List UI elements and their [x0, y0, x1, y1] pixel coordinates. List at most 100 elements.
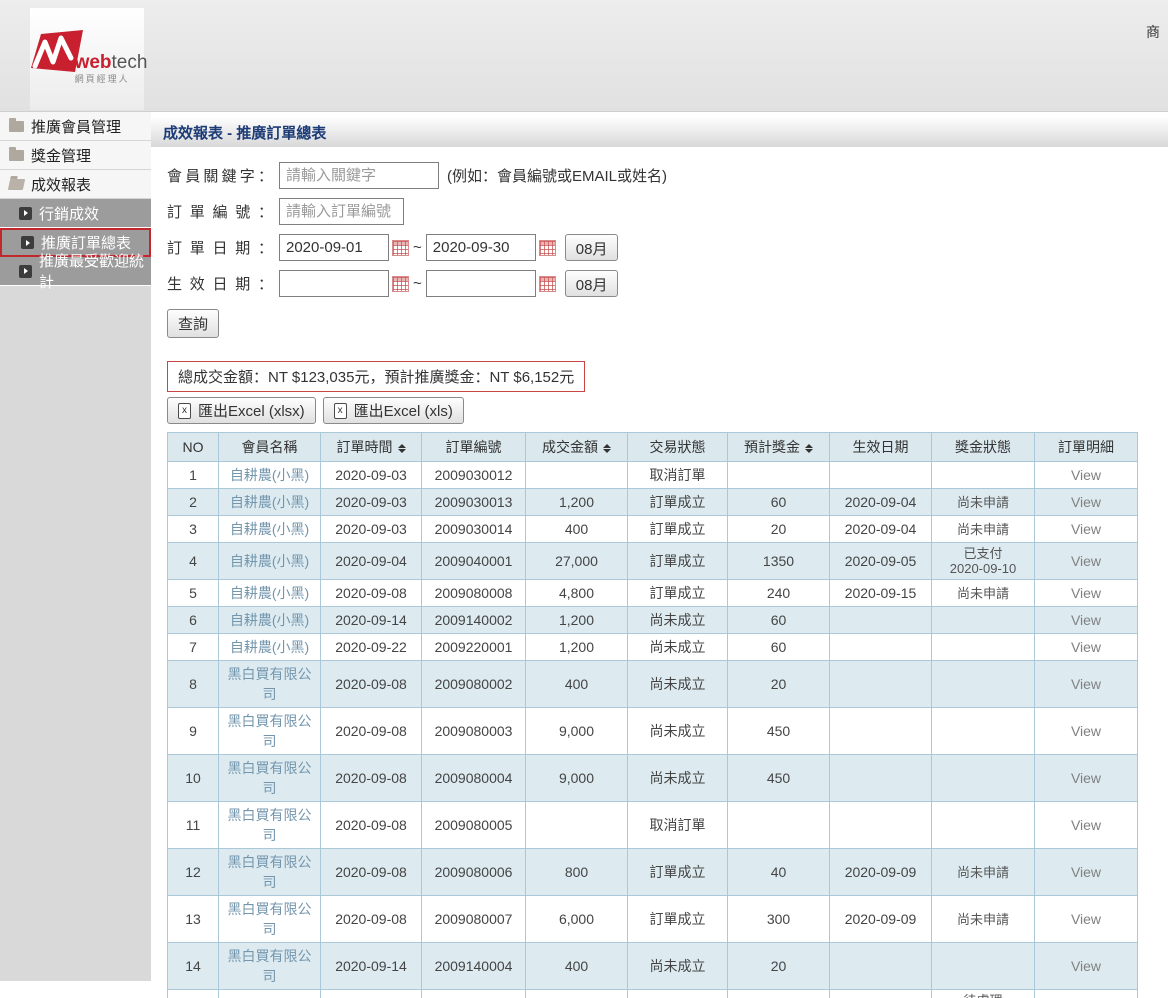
order-id-cell: 2009080004: [422, 755, 526, 802]
amount-cell: 800: [526, 849, 628, 896]
member-name-link[interactable]: 黑白買有限公司: [228, 807, 312, 843]
effective-date-label: 生效日期：: [167, 273, 273, 294]
export-xlsx-button[interactable]: 匯出Excel (xlsx): [167, 397, 316, 424]
excel-file-icon: [334, 403, 347, 419]
view-link[interactable]: View: [1071, 911, 1101, 927]
sidebar-subitem-popularity-stats[interactable]: 推廣最受歡迎統計: [0, 257, 151, 286]
view-link[interactable]: View: [1071, 864, 1101, 880]
order-id-cell: 2009030014: [422, 516, 526, 543]
table-row: 2 自耕農(小黑) 2020-09-03 2009030013 1,200 訂單…: [168, 489, 1138, 516]
effective-date-to-input[interactable]: [426, 270, 536, 297]
effective-date-cell: [830, 661, 932, 708]
member-name-link[interactable]: 自耕農(小黑): [230, 612, 309, 628]
order-date-to-input[interactable]: [426, 234, 536, 261]
effective-date-from-input[interactable]: [279, 270, 389, 297]
row-number-cell: 4: [168, 543, 219, 580]
effective-date-cell: [830, 462, 932, 489]
main-area: 成效報表 - 推廣訂單總表 會員關鍵字： (例如：會員編號或EMAIL或姓名) …: [151, 112, 1168, 998]
member-name-link[interactable]: 自耕農(小黑): [230, 639, 309, 655]
export-xls-button[interactable]: 匯出Excel (xls): [323, 397, 464, 424]
row-number-cell: 8: [168, 661, 219, 708]
bonus-status-cell: [932, 661, 1035, 708]
member-name-link[interactable]: 黑白買有限公司: [228, 854, 312, 890]
view-link[interactable]: View: [1071, 817, 1101, 833]
view-link[interactable]: View: [1071, 553, 1101, 569]
member-name-link[interactable]: 自耕農(小黑): [230, 553, 309, 569]
sidebar-subitem-marketing-performance[interactable]: 行銷成效: [0, 199, 151, 228]
member-keyword-input[interactable]: [279, 162, 439, 189]
sidebar-item-bonus-management[interactable]: 獎金管理: [0, 141, 151, 170]
transaction-status-cell: 尚未成立: [628, 634, 728, 661]
sidebar-item-performance-report[interactable]: 成效報表: [0, 170, 151, 199]
view-link[interactable]: View: [1071, 676, 1101, 692]
amount-cell: 6,000: [526, 896, 628, 943]
view-link[interactable]: View: [1071, 521, 1101, 537]
row-number-cell: 10: [168, 755, 219, 802]
transaction-status-cell: 訂單成立: [628, 543, 728, 580]
view-link[interactable]: View: [1071, 467, 1101, 483]
effective-date-month-button[interactable]: 08月: [565, 270, 619, 297]
member-name-link[interactable]: 黑白買有限公司: [228, 760, 312, 796]
view-link[interactable]: View: [1071, 585, 1101, 601]
shop-link[interactable]: 商: [1146, 22, 1160, 42]
order-detail-cell: View: [1035, 543, 1138, 580]
arrow-right-icon: [21, 236, 34, 249]
estimated-bonus-cell: 240: [728, 580, 830, 607]
export-xls-label: 匯出Excel (xls): [354, 400, 453, 421]
order-id-cell: 2009040001: [422, 543, 526, 580]
estimated-bonus-cell: 1350: [728, 543, 830, 580]
order-time-cell: 2020-09-08: [321, 755, 422, 802]
member-name-link[interactable]: 黑白買有限公司: [228, 901, 312, 937]
date-range-separator: ~: [413, 275, 422, 292]
amount-cell: 400: [526, 943, 628, 990]
member-name-link[interactable]: 自耕農(小黑): [230, 467, 309, 483]
orders-table: NO 會員名稱 訂單時間 訂單編號 成交金額 交易狀態 預計獎金 生效日期 獎金…: [167, 432, 1138, 998]
amount-cell: 1,200: [526, 489, 628, 516]
totals-summary: 總成交金額：NT $123,035元，預計推廣獎金：NT $6,152元: [167, 361, 585, 392]
order-number-input[interactable]: [279, 198, 404, 225]
transaction-status-cell: 訂單成立: [628, 516, 728, 543]
member-name-link[interactable]: 黑白買有限公司: [228, 713, 312, 749]
member-name-link[interactable]: 自耕農(小黑): [230, 494, 309, 510]
order-id-cell: 2009030012: [422, 462, 526, 489]
order-date-from-input[interactable]: [279, 234, 389, 261]
sidebar-item-member-management[interactable]: 推廣會員管理: [0, 112, 151, 141]
col-estimated-bonus: 預計獎金: [728, 433, 830, 462]
view-link[interactable]: View: [1071, 723, 1101, 739]
sort-updown-icon[interactable]: [398, 444, 406, 453]
order-date-month-button[interactable]: 08月: [565, 234, 619, 261]
calendar-icon[interactable]: [539, 240, 556, 256]
order-time-cell: 2020-09-08: [321, 661, 422, 708]
table-row: 6 自耕農(小黑) 2020-09-14 2009140002 1,200 尚未…: [168, 607, 1138, 634]
view-link[interactable]: View: [1071, 639, 1101, 655]
order-time-cell: 2020-09-08: [321, 580, 422, 607]
order-time-cell: 2020-09-08: [321, 896, 422, 943]
sort-updown-icon[interactable]: [805, 444, 813, 453]
view-link[interactable]: View: [1071, 770, 1101, 786]
view-link[interactable]: View: [1071, 958, 1101, 974]
order-detail-cell: View: [1035, 661, 1138, 708]
bonus-status-cell: [932, 802, 1035, 849]
member-name-link[interactable]: 自耕農(小黑): [230, 521, 309, 537]
transaction-status-cell: 尚未成立: [628, 755, 728, 802]
row-number-cell: 15: [168, 990, 219, 998]
transaction-status-cell: 訂單成立: [628, 580, 728, 607]
member-name-cell: 自耕農(小黑): [219, 489, 321, 516]
member-name-link[interactable]: 黑白買有限公司: [228, 948, 312, 984]
row-number-cell: 3: [168, 516, 219, 543]
member-name-link[interactable]: 自耕農(小黑): [230, 585, 309, 601]
sort-updown-icon[interactable]: [603, 444, 611, 453]
order-detail-cell: View: [1035, 634, 1138, 661]
order-detail-cell: View: [1035, 896, 1138, 943]
view-link[interactable]: View: [1071, 612, 1101, 628]
estimated-bonus-cell: 20: [728, 943, 830, 990]
order-time-cell: 2020-09-08: [321, 708, 422, 755]
calendar-icon[interactable]: [539, 276, 556, 292]
member-name-link[interactable]: 黑白買有限公司: [228, 666, 312, 702]
table-header-row: NO 會員名稱 訂單時間 訂單編號 成交金額 交易狀態 預計獎金 生效日期 獎金…: [168, 433, 1138, 462]
calendar-icon[interactable]: [392, 240, 409, 256]
view-link[interactable]: View: [1071, 494, 1101, 510]
search-button[interactable]: 查詢: [167, 309, 219, 338]
calendar-icon[interactable]: [392, 276, 409, 292]
order-time-cell: 2020-09-03: [321, 462, 422, 489]
